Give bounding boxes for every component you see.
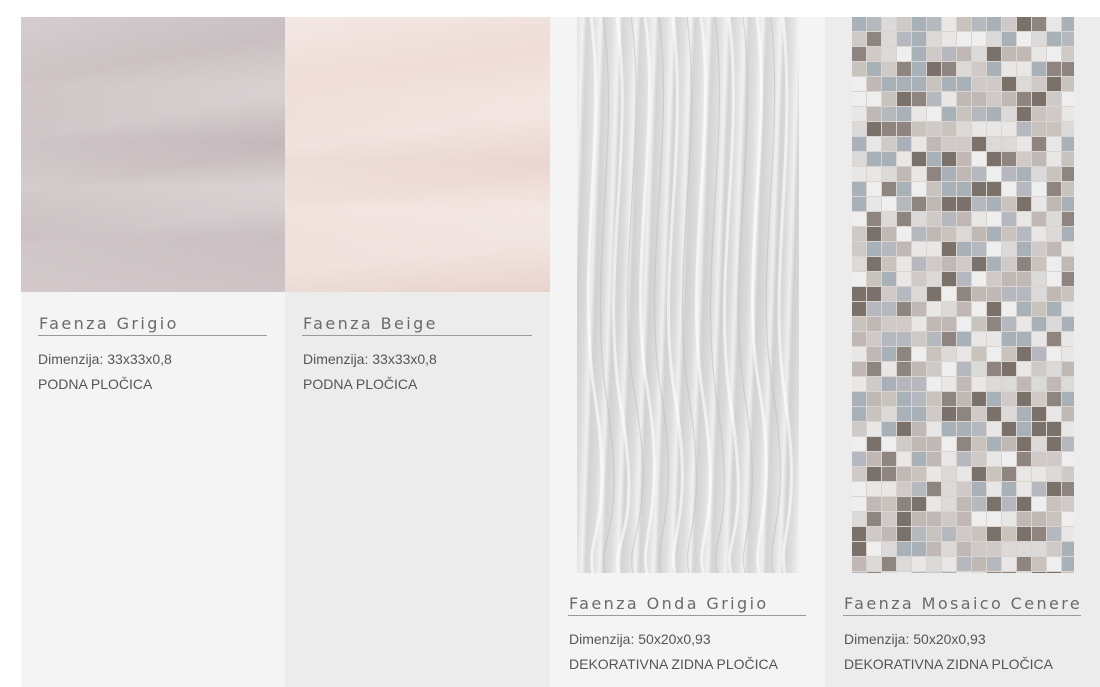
product-title[interactable]: Faenza Beige xyxy=(303,314,438,334)
product-title[interactable]: Faenza Onda Grigio xyxy=(569,594,769,614)
title-divider xyxy=(302,335,532,336)
product-type: PODNA PLOČICA xyxy=(303,376,418,392)
title-divider xyxy=(568,615,806,616)
title-divider xyxy=(843,615,1081,616)
product-title[interactable]: Faenza Mosaico Cenere xyxy=(844,594,1082,614)
product-dimension: Dimenzija: 33x33x0,8 xyxy=(303,351,437,367)
mosaic-tile-image[interactable] xyxy=(852,17,1074,573)
product-card[interactable]: Faenza Beige Dimenzija: 33x33x0,8 PODNA … xyxy=(285,17,550,687)
product-card[interactable]: Faenza Grigio Dimenzija: 33x33x0,8 PODNA… xyxy=(21,17,285,687)
product-title[interactable]: Faenza Grigio xyxy=(39,314,179,334)
product-type: DEKORATIVNA ZIDNA PLOČICA xyxy=(844,656,1054,672)
title-divider xyxy=(38,335,267,336)
product-card[interactable]: Faenza Mosaico Cenere Dimenzija: 50x20x0… xyxy=(825,17,1100,687)
grigio-tile-image[interactable] xyxy=(21,17,285,292)
product-card[interactable]: Faenza Onda Grigio Dimenzija: 50x20x0,93… xyxy=(550,17,825,687)
product-dimension: Dimenzija: 33x33x0,8 xyxy=(38,351,172,367)
product-type: DEKORATIVNA ZIDNA PLOČICA xyxy=(569,656,779,672)
onda-wave-tile-image[interactable] xyxy=(577,17,799,573)
beige-tile-image[interactable] xyxy=(285,17,550,292)
product-type: PODNA PLOČICA xyxy=(38,376,153,392)
product-dimension: Dimenzija: 50x20x0,93 xyxy=(844,631,986,647)
product-dimension: Dimenzija: 50x20x0,93 xyxy=(569,631,711,647)
